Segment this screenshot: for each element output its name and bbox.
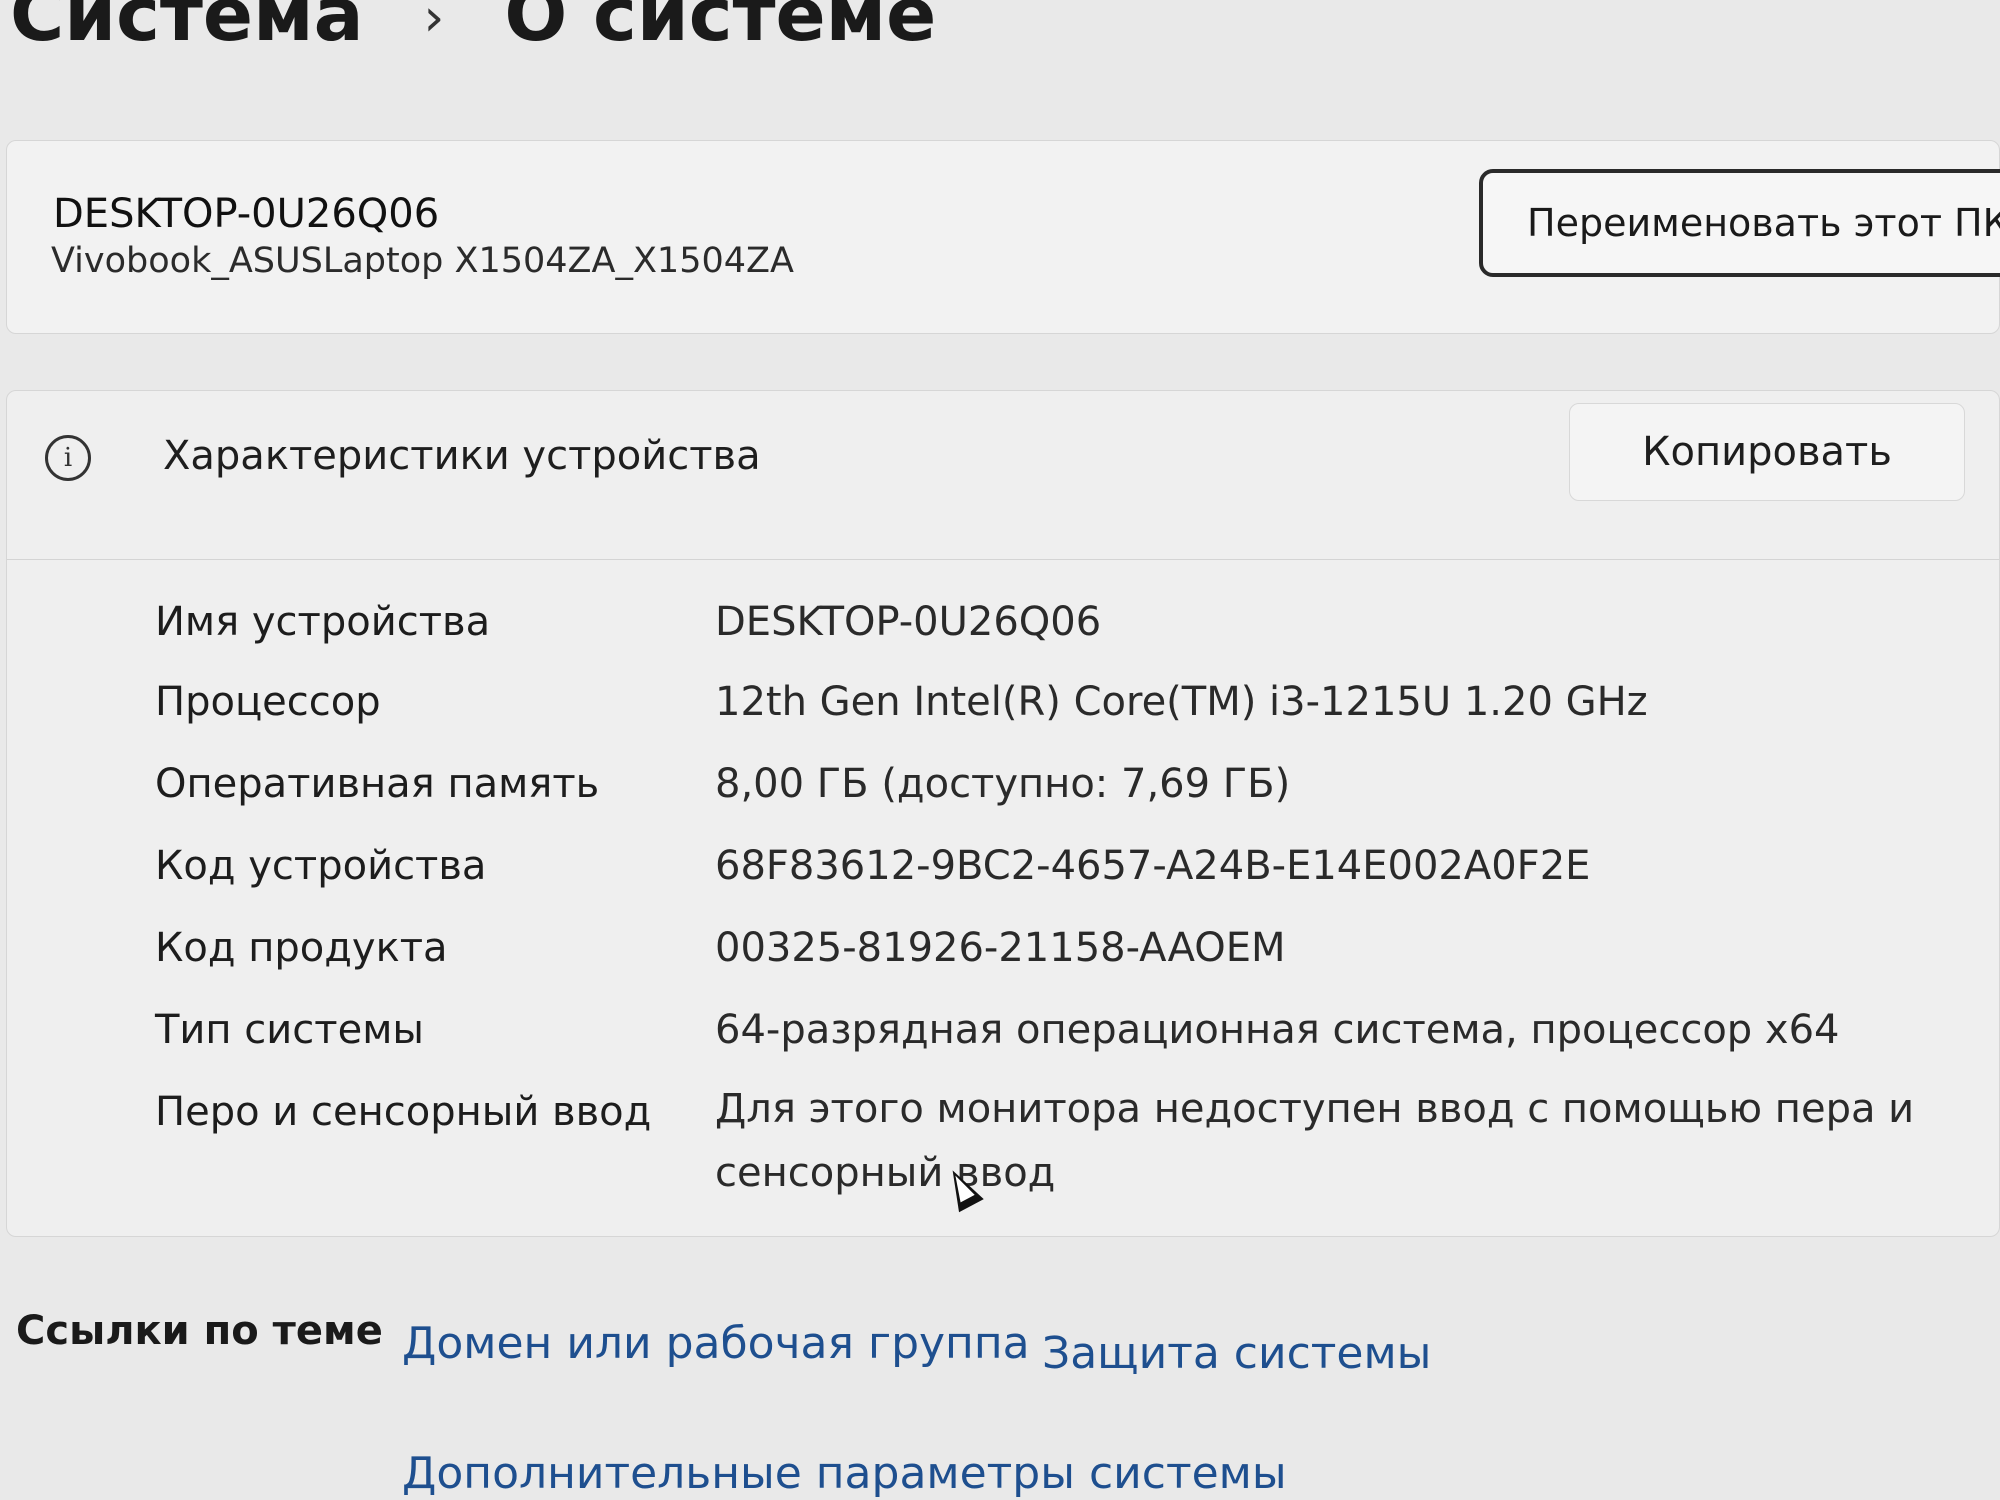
link-domain-workgroup[interactable]: Домен или рабочая группа xyxy=(402,1318,1030,1369)
breadcrumb-root[interactable]: Система xyxy=(10,0,364,58)
spec-value: 68F83612-9BC2-4657-A24B-E14E002A0F2E xyxy=(715,843,1591,889)
spec-value: 64-разрядная операционная система, проце… xyxy=(715,1007,1840,1053)
spec-label: Тип системы xyxy=(155,1007,424,1053)
spec-label: Код устройства xyxy=(155,843,487,889)
info-icon: i xyxy=(45,435,91,481)
spec-value: 12th Gen Intel(R) Core(TM) i3-1215U 1.20… xyxy=(715,679,1648,725)
pc-model: Vivobook_ASUSLaptop X1504ZA_X1504ZA xyxy=(51,241,794,281)
rename-pc-button[interactable]: Переименовать этот ПК xyxy=(1479,169,2000,277)
spec-value: DESKTOP-0U26Q06 xyxy=(715,599,1102,645)
device-specs-card: i Характеристики устройства Копировать И… xyxy=(6,390,2000,1237)
page-title: О системе xyxy=(504,0,937,58)
spec-label: Имя устройства xyxy=(155,599,491,645)
spec-value: 8,00 ГБ (доступно: 7,69 ГБ) xyxy=(715,761,1291,807)
spec-value: 00325-81926-21158-AAOEM xyxy=(715,925,1286,971)
spec-value: Для этого монитора недоступен ввод с пом… xyxy=(715,1086,1915,1196)
chevron-right-icon: › xyxy=(423,0,445,48)
pc-name: DESKTOP-0U26Q06 xyxy=(53,191,440,237)
copy-button[interactable]: Копировать xyxy=(1569,403,1965,501)
spec-label: Код продукта xyxy=(155,925,448,971)
spec-label: Процессор xyxy=(155,679,381,725)
pc-name-card: DESKTOP-0U26Q06 Vivobook_ASUSLaptop X150… xyxy=(6,140,2000,334)
breadcrumb: Система › О системе xyxy=(10,0,936,58)
link-system-protection[interactable]: Защита системы xyxy=(1042,1328,1431,1379)
device-specs-header[interactable]: i Характеристики устройства Копировать xyxy=(7,391,1999,560)
link-advanced-system-settings[interactable]: Дополнительные параметры системы xyxy=(402,1448,1287,1499)
related-links-label: Ссылки по теме xyxy=(16,1308,383,1354)
spec-label: Оперативная память xyxy=(155,761,600,807)
spec-label: Перо и сенсорный ввод xyxy=(155,1089,652,1135)
device-specs-title: Характеристики устройства xyxy=(163,433,761,479)
